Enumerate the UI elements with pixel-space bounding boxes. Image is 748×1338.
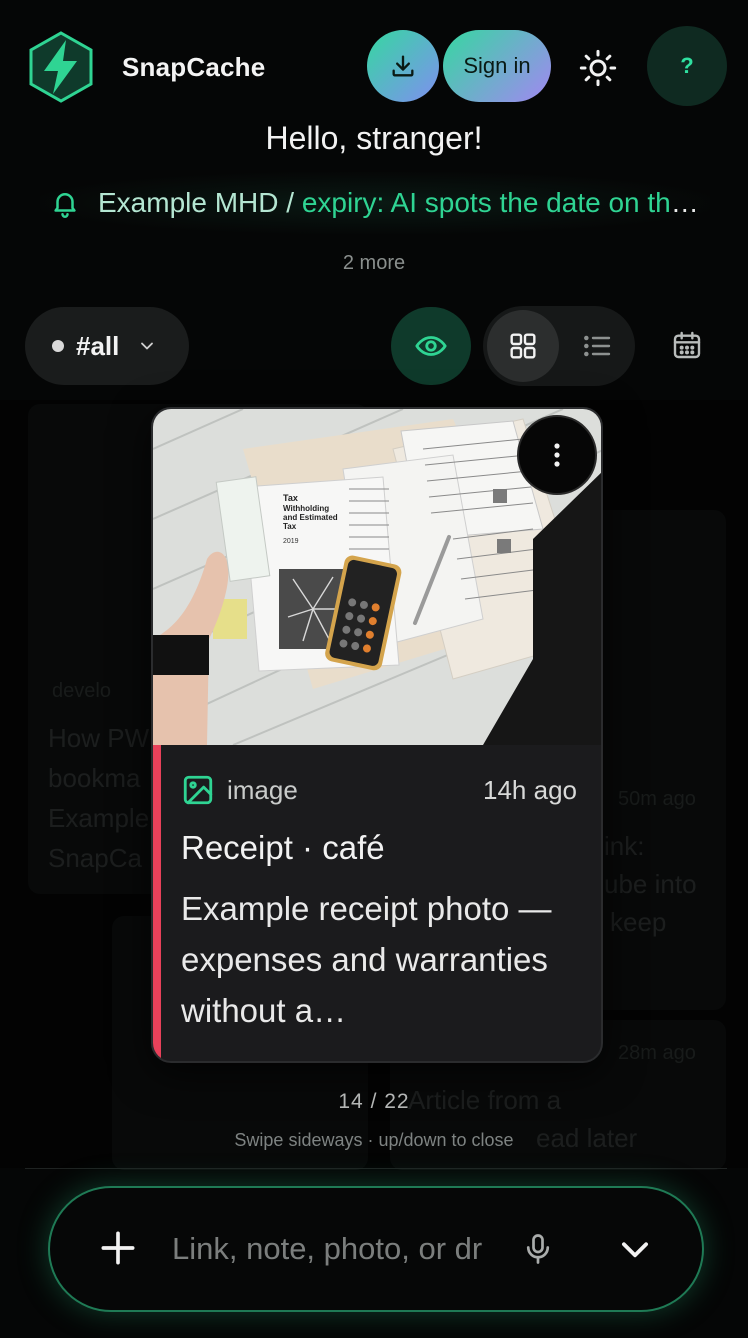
- expand-composer-button[interactable]: [616, 1230, 654, 1268]
- composer-input[interactable]: [172, 1224, 482, 1274]
- notification-separator: /: [286, 187, 295, 218]
- list-view-button[interactable]: [561, 310, 633, 382]
- card-timestamp: 14h ago: [483, 774, 577, 805]
- composer-divider: [25, 1168, 727, 1169]
- item-pager: 14 / 22: [338, 1090, 410, 1113]
- app-header: SnapCache Sign in ?: [0, 0, 748, 120]
- calendar-icon: [673, 331, 701, 359]
- svg-text:Tax: Tax: [283, 522, 297, 531]
- svg-text:Withholding: Withholding: [283, 504, 329, 513]
- grid-icon: [510, 333, 536, 359]
- view-mode-toggle: [483, 306, 635, 386]
- image-icon: [183, 775, 213, 805]
- card-title: Receipt · café: [181, 829, 385, 866]
- more-notifications-link[interactable]: 2 more: [0, 252, 748, 275]
- notification-banner[interactable]: Example MHD / expiry: AI spots the date …: [40, 172, 710, 234]
- add-button[interactable]: [96, 1226, 140, 1270]
- swipe-hint: Swipe sideways · up/down to close: [234, 1130, 514, 1150]
- tag-filter-label: #all: [76, 330, 120, 361]
- card-description: Example receipt photo — expenses and war…: [181, 890, 552, 1029]
- theme-toggle-button[interactable]: [570, 40, 626, 96]
- card-accent-bar: [153, 745, 161, 1061]
- microphone-icon: [526, 1234, 550, 1264]
- notification-title: Example MHD: [98, 187, 279, 218]
- chevron-down-icon: [141, 342, 154, 350]
- card-menu-button[interactable]: [517, 415, 597, 495]
- svg-text:2019: 2019: [283, 538, 299, 545]
- more-vertical-icon: [554, 443, 560, 467]
- focused-item-card[interactable]: Tax Withholding and Estimated Tax 2019 i…: [151, 407, 603, 1063]
- svg-text:and Estimated: and Estimated: [283, 513, 338, 522]
- snapcache-logo[interactable]: [24, 30, 98, 104]
- greeting-heading: Hello, stranger!: [265, 120, 483, 156]
- plus-icon: [101, 1231, 135, 1265]
- help-button[interactable]: ?: [647, 26, 727, 106]
- sun-icon: [579, 49, 617, 87]
- bell-icon: [54, 193, 76, 218]
- tag-filter-dropdown[interactable]: #all: [25, 307, 189, 385]
- tag-dot: [52, 340, 64, 352]
- eye-icon: [415, 336, 447, 356]
- composer-bar: [48, 1186, 704, 1312]
- notification-text: Example MHD / expiry: AI spots the date …: [98, 187, 708, 219]
- microphone-button[interactable]: [520, 1230, 556, 1268]
- notification-message: expiry: AI spots the date on the label: [301, 187, 708, 218]
- grid-view-button[interactable]: [487, 310, 559, 382]
- card-type-label: image: [227, 774, 298, 805]
- preview-toggle-button[interactable]: [391, 307, 471, 385]
- svg-text:Tax: Tax: [283, 493, 298, 503]
- calendar-button[interactable]: [660, 318, 714, 372]
- download-icon: [392, 55, 414, 77]
- list-icon: [584, 335, 611, 357]
- sign-in-button[interactable]: Sign in: [443, 30, 551, 102]
- download-button[interactable]: [367, 30, 439, 102]
- app-name: SnapCache: [122, 52, 266, 82]
- card-meta: image 14h ago: [181, 773, 577, 807]
- chevron-down-icon: [622, 1242, 648, 1258]
